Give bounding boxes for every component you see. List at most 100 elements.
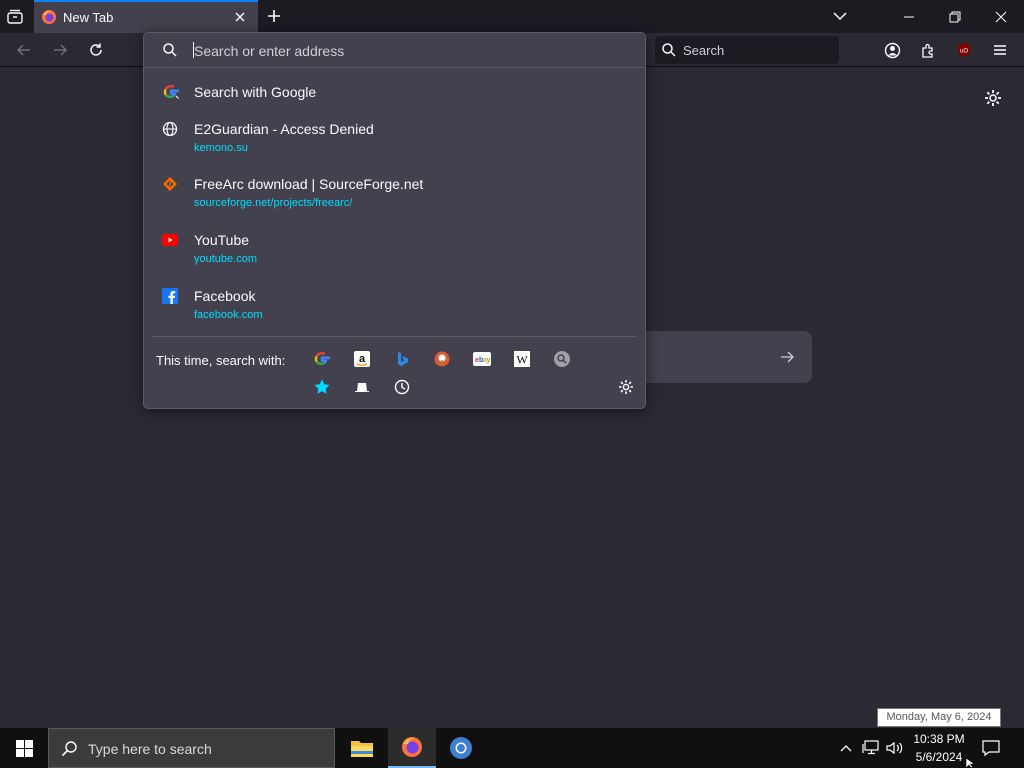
firefox-taskbar-button[interactable]	[388, 728, 436, 768]
close-window-button[interactable]	[978, 0, 1024, 33]
result-row[interactable]: YouTube youtube.com	[152, 226, 637, 272]
urlbar-dropdown: Search or enter address Search with Goog…	[143, 32, 646, 409]
restore-icon	[949, 11, 961, 22]
hamburger-menu-icon	[994, 45, 1006, 55]
account-icon	[884, 42, 900, 58]
ebay-icon: e b a y	[473, 352, 491, 366]
extensions-button[interactable]	[912, 34, 944, 66]
svg-text:uO: uO	[960, 49, 968, 55]
result-title: FreeArc download | SourceForge.net	[194, 176, 424, 192]
file-explorer-button[interactable]	[338, 728, 386, 768]
reload-icon	[90, 43, 102, 56]
app-menu-button[interactable]	[984, 34, 1016, 66]
tab-icon	[355, 383, 369, 392]
one-off-duckduckgo-button[interactable]	[433, 350, 451, 368]
one-off-amazon-button[interactable]: a	[353, 350, 371, 368]
arrow-left-icon	[16, 44, 30, 56]
chrome-taskbar-button[interactable]	[437, 728, 485, 768]
result-row[interactable]: Facebook facebook.com	[152, 282, 637, 328]
customize-new-tab-button[interactable]	[983, 88, 1003, 108]
reload-button[interactable]	[80, 34, 112, 66]
wikipedia-icon: W	[514, 351, 530, 367]
search-bar-placeholder: Search	[683, 43, 725, 58]
folder-icon	[351, 741, 373, 757]
history-clock-icon	[394, 379, 410, 395]
chevron-down-icon	[833, 12, 847, 21]
result-row[interactable]: FreeArc download | SourceForge.net sourc…	[152, 170, 637, 216]
volume-button[interactable]	[886, 740, 904, 756]
result-title: YouTube	[194, 232, 250, 248]
search-icon	[61, 741, 77, 757]
bing-icon	[398, 352, 408, 366]
clock-time: 10:38 PM	[913, 732, 965, 746]
close-icon	[995, 11, 1007, 22]
tab-title: New Tab	[63, 10, 114, 25]
url-input-placeholder: Search or enter address	[194, 43, 345, 59]
firefox-icon	[42, 10, 56, 24]
google-icon	[163, 85, 180, 99]
url-input[interactable]: Search or enter address	[144, 33, 645, 68]
facebook-icon	[162, 288, 178, 304]
show-hidden-icons-button[interactable]	[838, 740, 854, 756]
one-off-history-button[interactable]	[393, 378, 411, 396]
result-title: Facebook	[194, 288, 256, 304]
restore-button[interactable]	[932, 0, 978, 33]
search-icon	[662, 43, 676, 57]
search-icon	[163, 43, 177, 57]
gear-icon	[985, 90, 1001, 106]
new-tab-button[interactable]	[265, 7, 283, 25]
tab-overflow-button[interactable]	[831, 8, 849, 24]
chromium-icon	[450, 737, 472, 759]
one-off-bing-button[interactable]	[393, 350, 411, 368]
forward-button[interactable]	[44, 34, 76, 66]
minimize-icon	[904, 16, 914, 17]
start-button[interactable]	[0, 728, 48, 768]
result-search-with-google[interactable]: Search with Google	[152, 77, 637, 107]
duckduckgo-icon	[434, 351, 450, 367]
tab-strip: New Tab	[0, 0, 1024, 33]
result-url: sourceforge.net/projects/freearc/	[194, 197, 353, 209]
magnifier-icon	[554, 351, 570, 367]
globe-icon	[162, 121, 178, 137]
date-tooltip: Monday, May 6, 2024	[877, 708, 1001, 727]
tab-new-tab[interactable]: New Tab	[34, 0, 258, 33]
ublock-origin-button[interactable]: uO	[948, 34, 980, 66]
arrow-right-icon	[781, 351, 794, 363]
action-center-button[interactable]	[982, 739, 1000, 757]
close-tab-button[interactable]	[232, 9, 248, 25]
one-off-tabs-button[interactable]	[353, 378, 371, 396]
new-tab-search-box[interactable]	[645, 331, 812, 383]
windows-taskbar: Type here to search 10:38 PM 5/6/2024	[0, 728, 1024, 768]
minimize-button[interactable]	[886, 0, 932, 33]
clock-date: 5/6/2024	[915, 750, 963, 764]
one-off-bookmarks-button[interactable]	[313, 378, 331, 396]
network-icon	[862, 740, 879, 755]
search-settings-button[interactable]	[617, 378, 635, 396]
network-button[interactable]	[862, 740, 880, 756]
svg-text:W: W	[516, 353, 528, 367]
tabs-list-icon	[7, 9, 23, 24]
one-off-label: This time, search with:	[156, 353, 286, 368]
result-row[interactable]: E2Guardian - Access Denied kemono.su	[152, 115, 637, 161]
result-url: facebook.com	[194, 309, 263, 321]
list-all-tabs-button[interactable]	[5, 7, 25, 27]
taskbar-search-box[interactable]: Type here to search	[48, 728, 335, 768]
firefox-icon	[402, 737, 422, 757]
star-icon	[314, 379, 330, 394]
one-off-search-button[interactable]	[553, 350, 571, 368]
google-icon	[314, 352, 331, 366]
back-button[interactable]	[8, 34, 40, 66]
ublock-icon: uO	[958, 43, 970, 57]
one-off-ebay-button[interactable]: e b a y	[473, 350, 491, 368]
windows-logo-icon	[15, 739, 33, 757]
plus-icon	[268, 10, 280, 22]
one-off-divider	[152, 336, 637, 337]
notification-icon	[982, 740, 1000, 757]
one-off-google-button[interactable]	[313, 350, 331, 368]
account-button[interactable]	[876, 34, 908, 66]
search-bar[interactable]: Search	[655, 36, 839, 64]
one-off-wikipedia-button[interactable]: W	[513, 350, 531, 368]
clock-button[interactable]: 10:38 PM 5/6/2024	[908, 730, 970, 766]
amazon-icon: a	[354, 351, 370, 367]
sourceforge-icon	[163, 177, 177, 191]
